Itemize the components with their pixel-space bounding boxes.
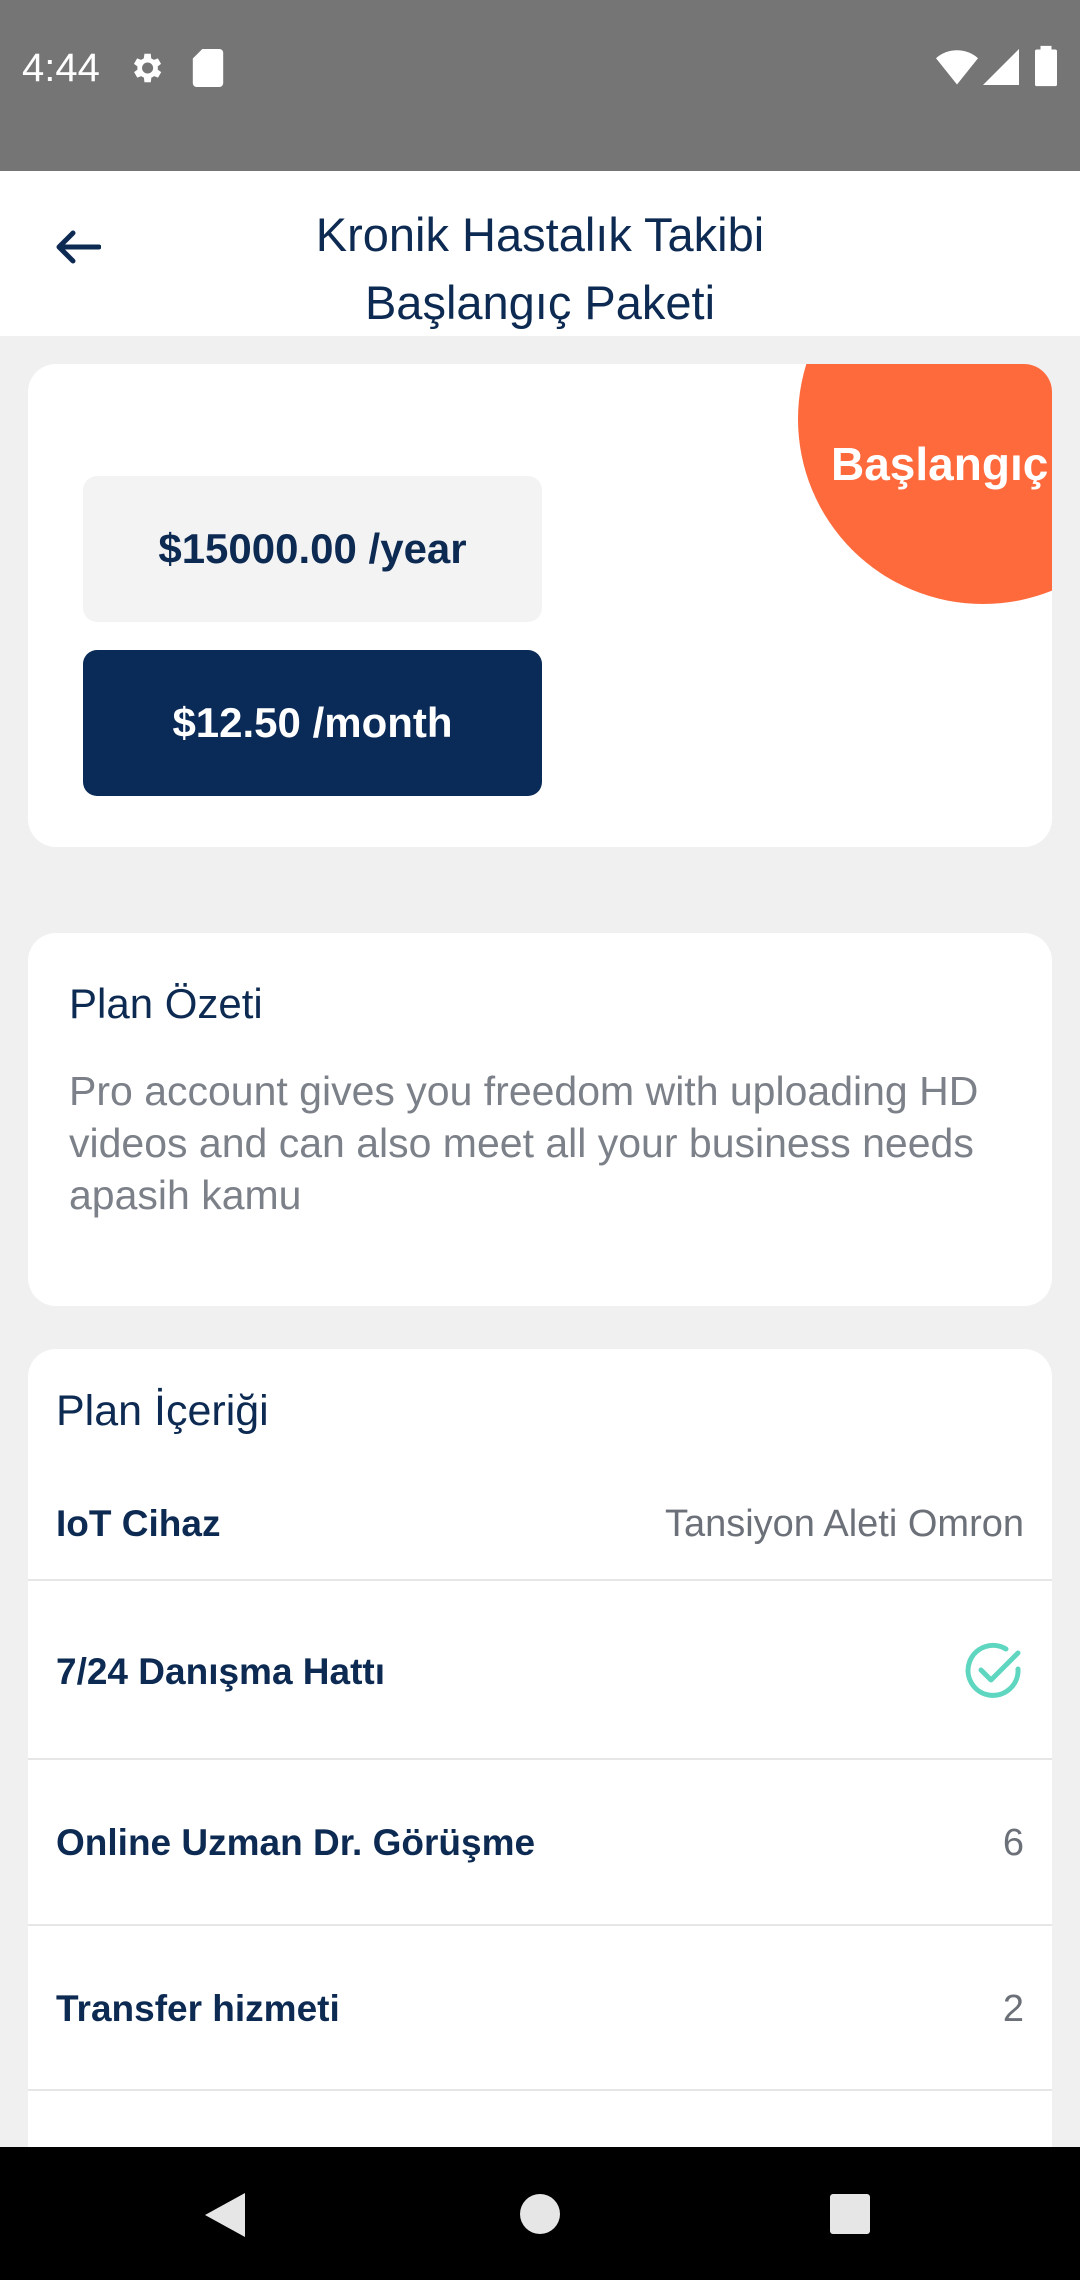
plan-summary-text: Pro account gives you freedom with uploa… — [69, 1068, 979, 1218]
price-card: Başlangıç $15000.00 /year $12.50 /month — [28, 364, 1052, 847]
page-title-line1: Kronik Hastalık Takibi — [315, 208, 765, 261]
plan-row-helpline: 7/24 Danışma Hattı — [28, 1581, 1052, 1760]
check-circle-icon — [965, 1642, 1021, 1698]
page-title: Kronik Hastalık Takibi Başlangıç Paketi — [160, 201, 920, 337]
plan-summary-card: Plan Özeti Pro account gives you freedom… — [28, 933, 1052, 1306]
plan-content-card: Plan İçeriği IoT Cihaz Tansiyon Aleti Om… — [28, 1349, 1052, 2169]
row-label: IoT Cihaz — [56, 1503, 221, 1544]
sd-card-icon — [192, 49, 224, 87]
monthly-price-button[interactable]: $12.50 /month — [83, 650, 542, 796]
signal-icon — [983, 49, 1019, 85]
plan-row-online-doctor: Online Uzman Dr. Görüşme 6 — [28, 1760, 1052, 1926]
back-button[interactable] — [36, 206, 118, 288]
settings-icon — [133, 53, 162, 83]
status-bar: 4:44 — [0, 0, 1080, 171]
battery-icon — [1035, 45, 1057, 87]
nav-home-icon[interactable] — [518, 2192, 562, 2236]
wifi-icon — [936, 50, 978, 85]
row-value: 6 — [1002, 1822, 1024, 1864]
plan-row-iot-device: IoT Cihaz Tansiyon Aleti Omron — [28, 1463, 1052, 1581]
system-nav-bar — [0, 2147, 1080, 2280]
row-label: Online Uzman Dr. Görüşme — [56, 1822, 536, 1863]
row-label: Transfer hizmeti — [56, 1988, 340, 2029]
status-time: 4:44 — [22, 46, 100, 90]
row-value: 2 — [1002, 1988, 1024, 2030]
row-label: 7/24 Danışma Hattı — [56, 1651, 386, 1692]
plan-badge-label: Başlangıç — [831, 438, 1049, 490]
nav-recents-icon[interactable] — [829, 2193, 871, 2235]
plan-summary-title: Plan Özeti — [69, 980, 263, 1027]
page-title-line2: Başlangıç Paketi — [364, 276, 716, 329]
row-value: Tansiyon Aleti Omron — [664, 1503, 1024, 1545]
nav-back-icon[interactable] — [203, 2191, 247, 2239]
plan-row-transfer: Transfer hizmeti 2 — [28, 1926, 1052, 2091]
app-bar: Kronik Hastalık Takibi Başlangıç Paketi — [0, 171, 1080, 336]
plan-content-title: Plan İçeriği — [56, 1387, 269, 1435]
arrow-left-icon — [56, 230, 101, 264]
yearly-price-button[interactable]: $15000.00 /year — [83, 476, 542, 622]
